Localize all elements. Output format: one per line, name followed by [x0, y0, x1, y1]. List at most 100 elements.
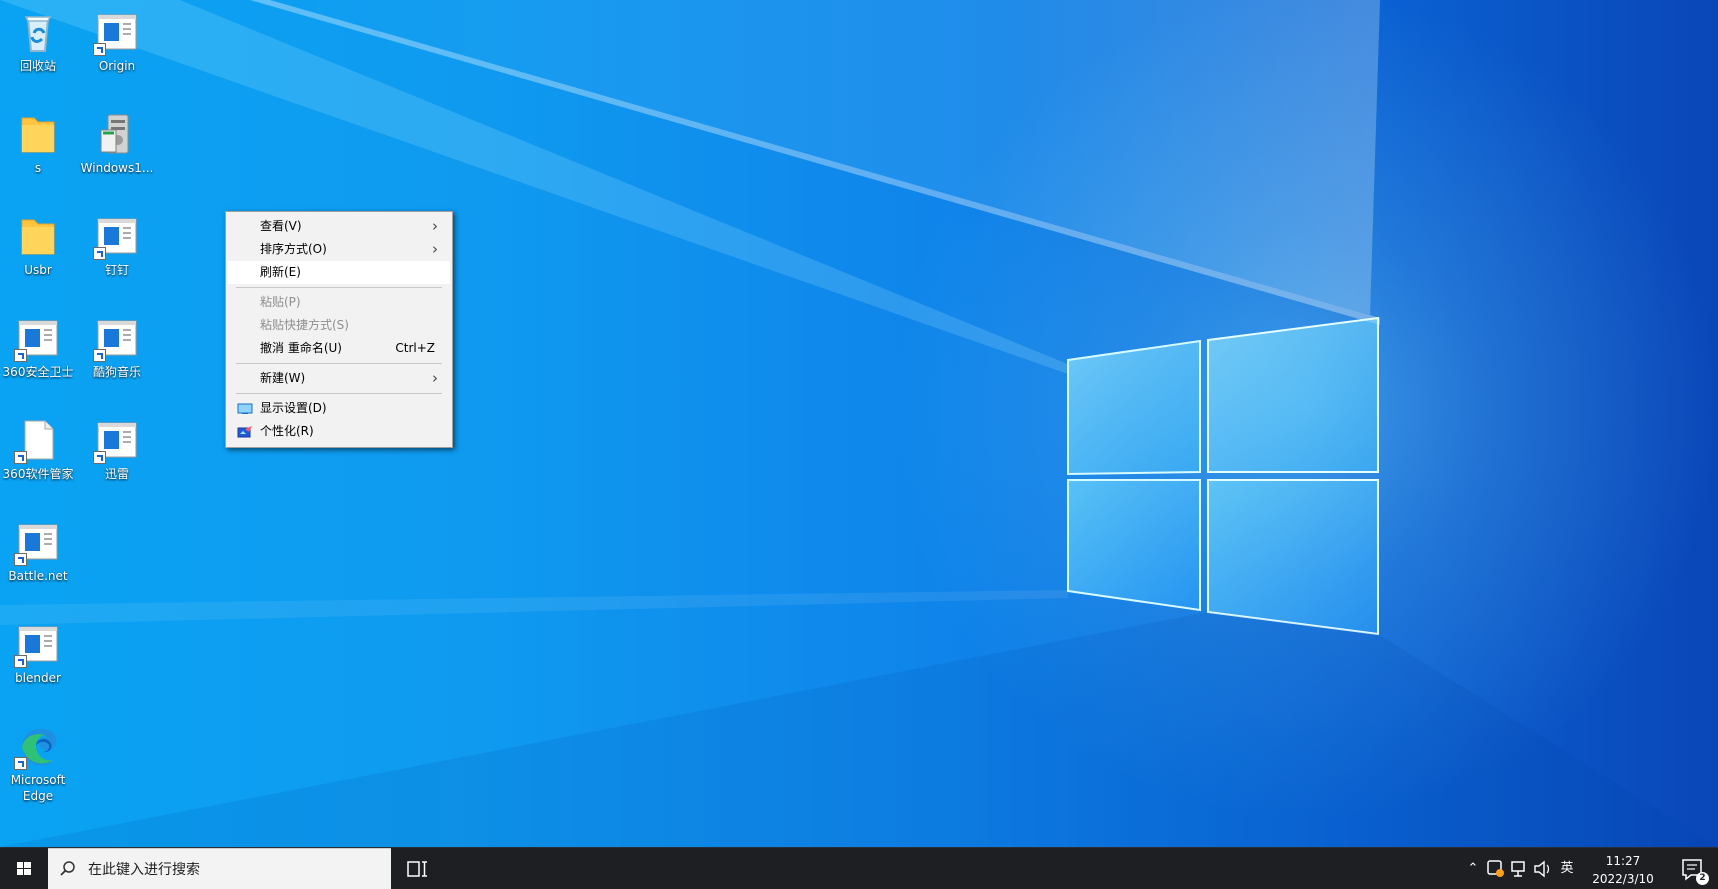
menu-item-label: 显示设置(D)	[260, 401, 327, 415]
desktop[interactable]: 回收站 Origin s Windows1... Usbr 钉钉 360安全卫士…	[0, 0, 1718, 847]
menu-item-undo-rename[interactable]: 撤消 重命名(U) Ctrl+Z	[228, 337, 450, 360]
menu-item-label: 刷新(E)	[260, 265, 301, 279]
shortcut-arrow-icon	[93, 247, 106, 260]
notification-count-badge: 2	[1696, 872, 1709, 885]
security-warning-icon	[1487, 860, 1504, 877]
desktop-icon-label: s	[34, 161, 42, 175]
chevron-up-icon: ⌃	[1467, 861, 1479, 876]
application-shortcut-icon	[14, 518, 62, 566]
shortcut-arrow-icon	[14, 349, 27, 362]
desktop-icon-folder-usbr[interactable]: Usbr	[0, 204, 76, 296]
installer-package-icon	[93, 110, 141, 158]
application-shortcut-icon	[93, 314, 141, 362]
desktop-icon-microsoft-edge[interactable]: Microsoft Edge	[0, 714, 76, 812]
chevron-right-icon: ›	[432, 369, 438, 387]
search-icon	[60, 861, 75, 876]
menu-separator	[236, 363, 442, 364]
shortcut-arrow-icon	[14, 757, 27, 770]
menu-item-personalize[interactable]: 个性化(R)	[228, 420, 450, 443]
chevron-right-icon: ›	[432, 240, 438, 258]
menu-item-view[interactable]: 查看(V) ›	[228, 215, 450, 238]
input-language-button[interactable]: 英	[1556, 848, 1578, 889]
desktop-icon-dingtalk[interactable]: 钉钉	[79, 204, 155, 296]
desktop-icon-recycle-bin[interactable]: 回收站	[0, 0, 76, 92]
microsoft-edge-icon	[14, 722, 62, 770]
menu-item-label: 粘贴快捷方式(S)	[260, 318, 349, 332]
desktop-icon-label: Usbr	[24, 263, 52, 277]
desktop-icon-label: 酷狗音乐	[92, 365, 141, 379]
desktop-icon-origin[interactable]: Origin	[79, 0, 155, 92]
desktop-context-menu[interactable]: 查看(V) › 排序方式(O) › 刷新(E) 粘贴(P) 粘贴快捷方式(S) …	[225, 211, 453, 448]
shortcut-arrow-icon	[14, 451, 27, 464]
keyboard-shortcut: Ctrl+Z	[395, 341, 435, 355]
menu-item-paste: 粘贴(P)	[228, 291, 450, 314]
recycle-bin-icon	[14, 8, 62, 56]
taskbar-clock[interactable]: 11:27 2022/3/10	[1584, 848, 1662, 889]
shortcut-arrow-icon	[93, 349, 106, 362]
windows-logo-icon	[17, 862, 31, 875]
desktop-icon-label: 迅雷	[104, 467, 129, 481]
desktop-icon-kugou-music[interactable]: 酷狗音乐	[79, 306, 155, 398]
desktop-icon-label: 回收站	[19, 59, 56, 73]
personalize-icon	[237, 426, 252, 438]
chevron-right-icon: ›	[432, 217, 438, 235]
taskbar: 在此键入进行搜索 ⌃ 英 11:27 2022/3/10 2	[0, 847, 1718, 889]
desktop-icon-thunder[interactable]: 迅雷	[79, 408, 155, 500]
start-button[interactable]	[0, 848, 48, 889]
menu-item-label: 个性化(R)	[260, 424, 314, 438]
notification-icon	[1682, 859, 1702, 881]
clock-date: 2022/3/10	[1592, 872, 1654, 886]
menu-item-label: 排序方式(O)	[260, 242, 327, 256]
menu-item-new[interactable]: 新建(W) ›	[228, 367, 450, 390]
shortcut-arrow-icon	[14, 553, 27, 566]
desktop-icon-folder-s[interactable]: s	[0, 102, 76, 194]
menu-item-refresh[interactable]: 刷新(E)	[228, 261, 450, 284]
desktop-icon-label: 钉钉	[104, 263, 129, 277]
menu-separator	[236, 393, 442, 394]
folder-icon	[14, 110, 62, 158]
desktop-icon-360-software-manager[interactable]: 360软件管家	[0, 408, 76, 500]
menu-item-label: 新建(W)	[260, 371, 306, 385]
task-view-icon	[407, 861, 427, 877]
network-button[interactable]	[1506, 848, 1530, 889]
menu-item-label: 撤消 重命名(U)	[260, 341, 342, 355]
desktop-icon-label: Origin	[98, 59, 136, 73]
volume-icon	[1534, 860, 1550, 878]
menu-item-label: 粘贴(P)	[260, 295, 301, 309]
shortcut-arrow-icon	[93, 43, 106, 56]
menu-item-sort-by[interactable]: 排序方式(O) ›	[228, 238, 450, 261]
shortcut-arrow-icon	[93, 451, 106, 464]
menu-item-display-settings[interactable]: 显示设置(D)	[228, 397, 450, 420]
task-view-button[interactable]	[396, 848, 438, 889]
shortcut-arrow-icon	[14, 655, 27, 668]
desktop-icon-windows-installer[interactable]: Windows1...	[79, 102, 155, 194]
application-shortcut-icon	[14, 314, 62, 362]
document-shortcut-icon	[14, 416, 62, 464]
desktop-icon-label: Battle.net	[8, 569, 68, 583]
desktop-icon-grid: 回收站 Origin s Windows1... Usbr 钉钉 360安全卫士…	[0, 0, 160, 820]
security-status-button[interactable]	[1484, 848, 1506, 889]
menu-item-label: 查看(V)	[260, 219, 302, 233]
desktop-icon-label: 360软件管家	[2, 467, 74, 481]
application-shortcut-icon	[93, 416, 141, 464]
notification-center-button[interactable]: 2	[1666, 848, 1718, 889]
desktop-icon-blender[interactable]: blender	[0, 612, 76, 704]
volume-button[interactable]	[1530, 848, 1554, 889]
desktop-icon-360-security[interactable]: 360安全卫士	[0, 306, 76, 398]
desktop-icon-label: Microsoft Edge	[10, 773, 66, 803]
show-hidden-icons-button[interactable]: ⌃	[1462, 848, 1484, 889]
search-placeholder: 在此键入进行搜索	[88, 862, 200, 878]
folder-icon	[14, 212, 62, 260]
menu-item-paste-shortcut: 粘贴快捷方式(S)	[228, 314, 450, 337]
menu-separator	[236, 287, 442, 288]
application-shortcut-icon	[93, 212, 141, 260]
application-shortcut-icon	[14, 620, 62, 668]
desktop-icon-battle-net[interactable]: Battle.net	[0, 510, 76, 602]
clock-time: 11:27	[1605, 854, 1641, 868]
desktop-icon-label: blender	[15, 671, 61, 685]
display-settings-icon	[237, 403, 253, 414]
taskbar-search-box[interactable]: 在此键入进行搜索	[48, 848, 391, 889]
desktop-icon-label: 360安全卫士	[2, 365, 74, 379]
desktop-icon-label: Windows1...	[80, 161, 154, 175]
application-shortcut-icon	[93, 8, 141, 56]
